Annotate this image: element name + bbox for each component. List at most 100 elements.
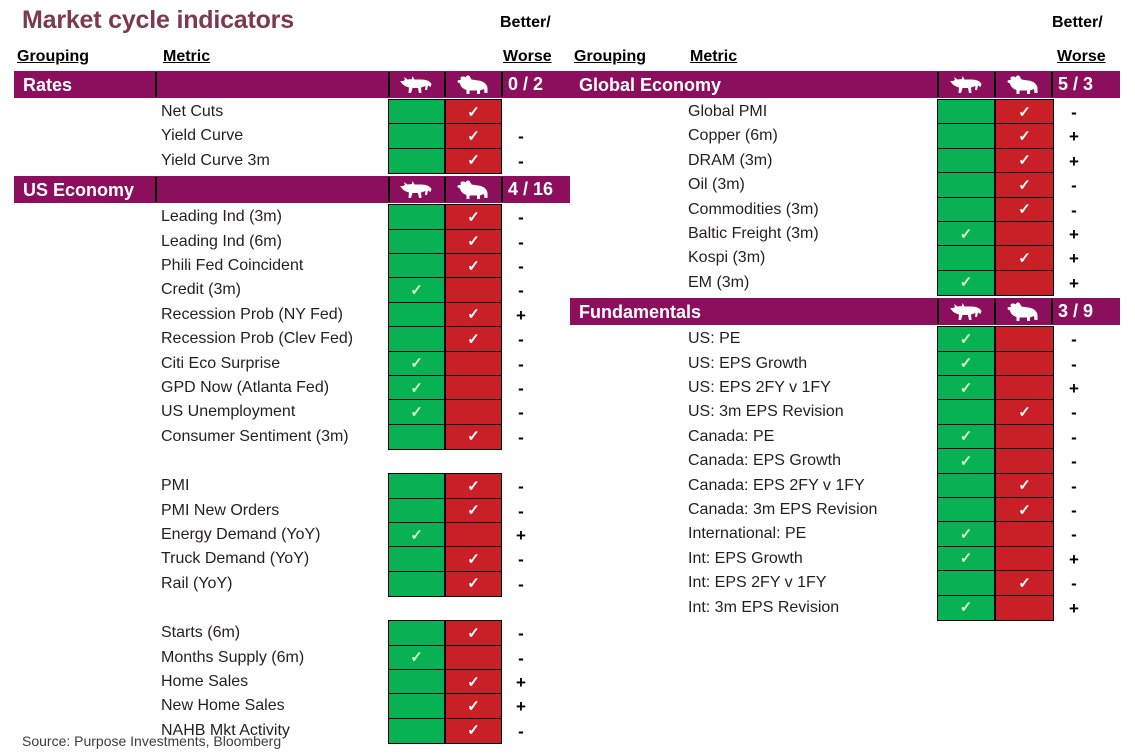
trend-sign: +	[516, 526, 526, 545]
bull-cell: ✓	[388, 644, 445, 671]
bear-cell: ✓	[995, 570, 1054, 597]
bull-cell: ✓	[388, 522, 445, 548]
trend-sign: -	[1071, 354, 1077, 374]
trend-sign: -	[1071, 330, 1077, 350]
check-icon: ✓	[1018, 477, 1031, 495]
check-icon: ✓	[959, 355, 973, 373]
check-icon: ✓	[1018, 201, 1031, 219]
source-note: Source: Purpose Investments, Bloomberg	[22, 733, 282, 749]
check-icon: ✓	[467, 127, 480, 145]
bull-cell: ✓	[937, 448, 995, 475]
bear-icon	[994, 298, 1051, 325]
bear-cell: ✓	[445, 99, 502, 125]
metric-label: US Unemployment	[161, 403, 296, 421]
bear-cell: ✓	[445, 123, 502, 150]
bear-cell	[445, 375, 502, 401]
bull-cell	[937, 245, 995, 272]
column-divider	[444, 72, 446, 97]
check-icon: ✓	[1018, 127, 1031, 145]
bear-cell: ✓	[445, 473, 502, 500]
trend-sign: +	[1069, 249, 1079, 269]
bear-cell	[995, 375, 1054, 401]
check-icon: ✓	[1018, 574, 1031, 592]
bear-cell	[445, 277, 502, 304]
bull-cell	[937, 172, 995, 199]
check-icon: ✓	[467, 257, 480, 275]
trend-sign: +	[1069, 127, 1079, 147]
bear-cell	[995, 326, 1054, 353]
check-icon: ✓	[410, 526, 423, 544]
bull-cell	[388, 228, 445, 255]
check-icon: ✓	[467, 306, 480, 324]
check-icon: ✓	[467, 103, 480, 121]
group-score: 3 / 9	[1058, 301, 1094, 322]
trend-sign: -	[518, 257, 524, 276]
check-icon: ✓	[1018, 501, 1031, 519]
bull-icon	[937, 298, 994, 325]
trend-sign: -	[518, 721, 524, 741]
bull-cell: ✓	[937, 594, 995, 621]
bull-cell: ✓	[937, 326, 995, 353]
trend-sign: -	[518, 574, 524, 594]
metric-label: Starts (6m)	[161, 624, 241, 642]
check-icon: ✓	[467, 152, 480, 170]
check-icon: ✓	[467, 428, 480, 446]
metric-label: Oil (3m)	[688, 176, 745, 194]
bull-icon	[388, 176, 444, 203]
column-divider	[994, 299, 996, 325]
bull-cell	[388, 570, 445, 597]
check-icon: ✓	[467, 550, 480, 568]
bear-cell	[445, 350, 502, 377]
left-metric-header: Metric	[163, 48, 211, 65]
group-name-divider	[155, 72, 157, 97]
check-icon: ✓	[410, 403, 423, 421]
bear-icon	[444, 71, 501, 98]
bull-cell	[937, 196, 995, 223]
bear-cell: ✓	[995, 497, 1054, 523]
check-icon: ✓	[467, 233, 480, 251]
column-divider	[444, 177, 446, 203]
trend-sign: +	[1069, 273, 1079, 293]
trend-sign: +	[516, 697, 526, 717]
metric-label: DRAM (3m)	[688, 151, 773, 169]
bull-cell: ✓	[937, 521, 995, 548]
left-grouping-header: Grouping	[17, 48, 89, 65]
check-icon: ✓	[467, 208, 480, 226]
metric-label: Consumer Sentiment (3m)	[161, 427, 349, 445]
check-icon: ✓	[1018, 176, 1031, 194]
bear-icon	[444, 176, 501, 203]
group-name: Global Economy	[579, 74, 722, 95]
right-worse-header: Worse	[1057, 48, 1106, 65]
bull-cell: ✓	[937, 423, 995, 450]
trend-sign: -	[1071, 403, 1077, 423]
trend-sign: +	[1069, 598, 1079, 618]
trend-sign: +	[516, 305, 526, 325]
trend-sign: -	[518, 624, 524, 644]
right-metric-header: Metric	[690, 48, 738, 65]
bull-cell	[937, 472, 995, 499]
group-header-fundamentals: Fundamentals 3 / 9	[570, 298, 1120, 326]
metric-label: Commodities (3m)	[688, 200, 819, 218]
bear-cell: ✓	[445, 546, 502, 573]
trend-sign: -	[518, 208, 524, 228]
metric-label: Int: EPS Growth	[688, 549, 803, 567]
check-icon: ✓	[410, 379, 423, 397]
metric-label: Months Supply (6m)	[161, 648, 305, 666]
metric-label: Leading Ind (3m)	[161, 208, 282, 226]
trend-sign: -	[1071, 525, 1077, 545]
metric-label: Yield Curve	[161, 127, 244, 145]
bear-cell	[995, 350, 1054, 377]
metric-label: Citi Eco Surprise	[161, 354, 281, 372]
bear-cell	[995, 423, 1054, 450]
metric-label: PMI New Orders	[161, 501, 280, 519]
trend-sign: -	[518, 403, 524, 423]
trend-sign: -	[518, 232, 524, 252]
page-title: Market cycle indicators	[22, 6, 294, 34]
trend-sign: -	[1071, 501, 1077, 520]
bear-cell: ✓	[445, 423, 502, 450]
group-header-rates: Rates 0 / 2	[14, 71, 570, 98]
metric-label: GPD Now (Atlanta Fed)	[161, 379, 330, 396]
trend-sign: -	[518, 151, 524, 171]
group-name: Fundamentals	[579, 301, 702, 322]
trend-sign: -	[1071, 452, 1077, 472]
